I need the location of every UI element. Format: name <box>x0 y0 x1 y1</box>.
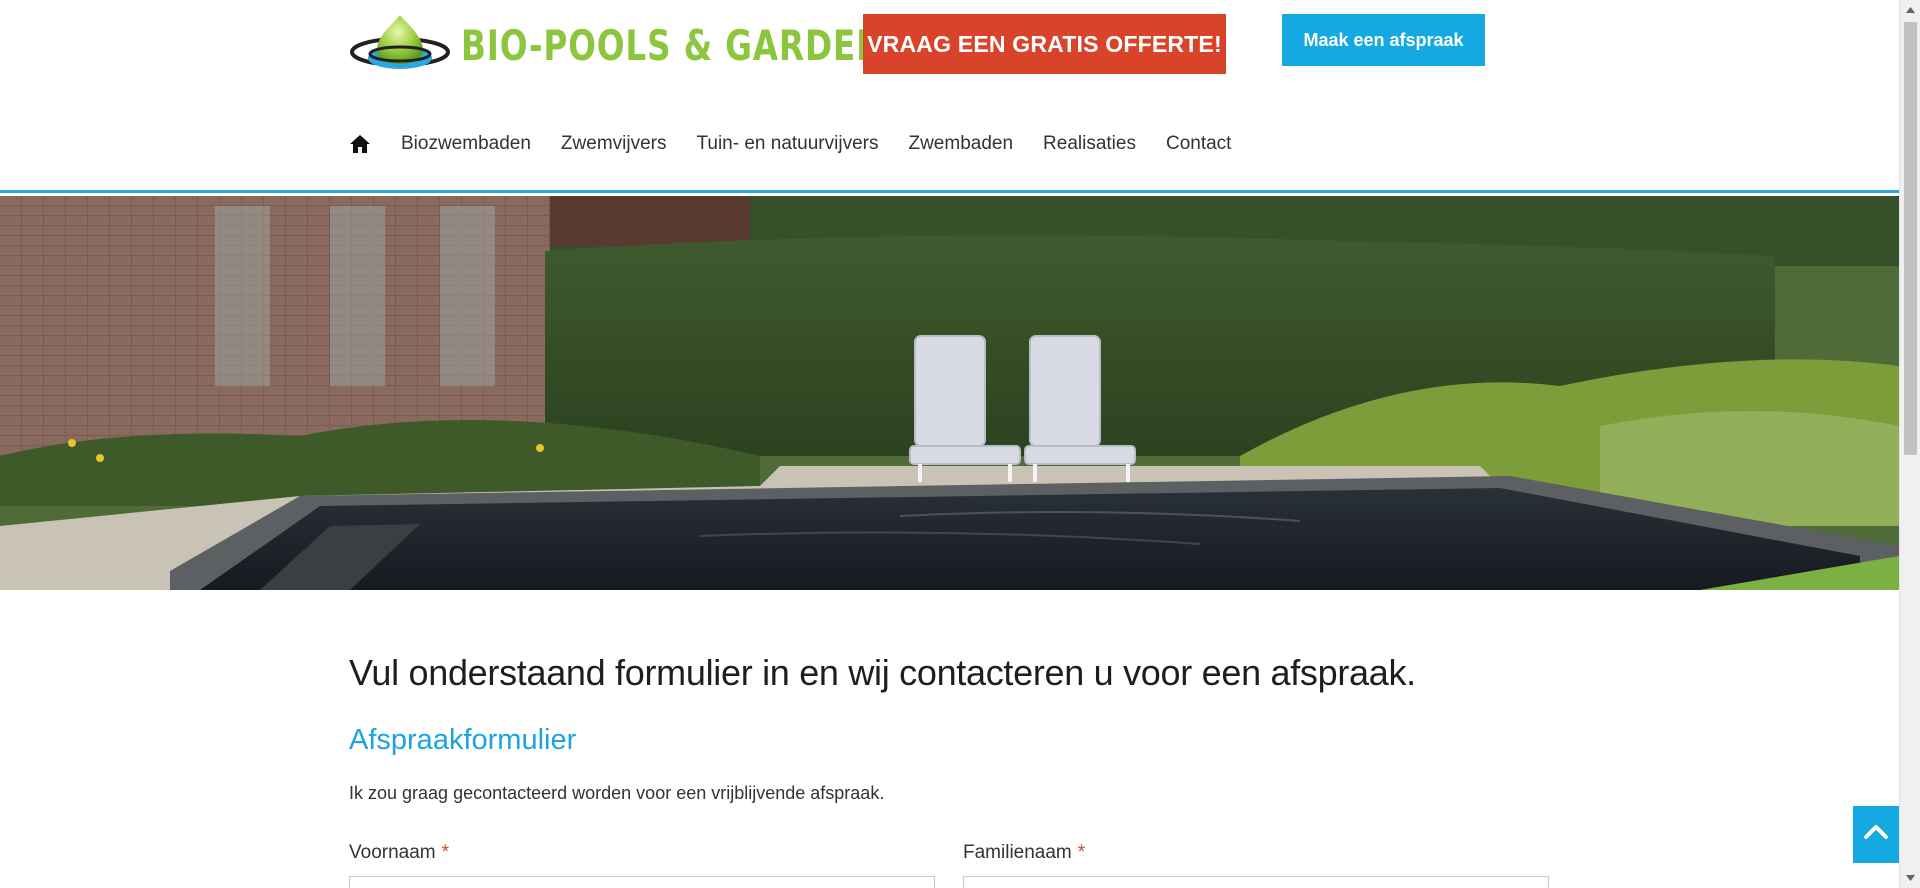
main-nav: Biozwembaden Zwemvijvers Tuin- en natuur… <box>349 126 1261 162</box>
last-name-label: Familienaam * <box>963 842 1085 864</box>
scrollbar-thumb[interactable] <box>1904 22 1917 455</box>
last-name-label-text: Familienaam <box>963 842 1072 863</box>
form-description: Ik zou graag gecontacteerd worden voor e… <box>349 783 885 803</box>
nav-item-realisaties[interactable]: Realisaties <box>1043 133 1136 155</box>
page-intro: Vul onderstaand formulier in en wij cont… <box>349 652 1416 693</box>
chevron-up-icon <box>1863 824 1889 845</box>
required-marker: * <box>441 842 450 863</box>
site-header: BIO-POOLS & GARDENS VRAAG EEN GRATIS OFF… <box>0 0 1899 193</box>
first-name-field[interactable] <box>349 876 935 888</box>
scroll-up-arrow-icon[interactable] <box>1900 0 1920 20</box>
nav-item-biozwembaden[interactable]: Biozwembaden <box>401 133 531 155</box>
home-icon[interactable] <box>349 133 373 155</box>
make-appointment-button[interactable]: Maak een afspraak <box>1282 14 1485 66</box>
nav-item-zwembaden[interactable]: Zwembaden <box>908 133 1013 155</box>
nav-item-zwemvijvers[interactable]: Zwemvijvers <box>561 133 667 155</box>
form-title: Afspraakformulier <box>349 724 577 756</box>
back-to-top-button[interactable] <box>1853 806 1899 863</box>
page-scrollbar[interactable] <box>1899 0 1920 888</box>
water-drop-logo-icon <box>349 12 451 78</box>
free-quote-button[interactable]: VRAAG EEN GRATIS OFFERTE! <box>863 14 1226 74</box>
first-name-label: Voornaam * <box>349 842 449 864</box>
nav-item-tuin-natuurvijvers[interactable]: Tuin- en natuurvijvers <box>696 133 878 155</box>
scroll-down-arrow-icon[interactable] <box>1900 868 1920 888</box>
nav-item-contact[interactable]: Contact <box>1166 133 1231 155</box>
brand-name: BIO-POOLS & GARDENS <box>461 20 909 70</box>
required-marker: * <box>1077 842 1086 863</box>
last-name-field[interactable] <box>963 876 1549 888</box>
first-name-label-text: Voornaam <box>349 842 436 863</box>
hero-image <box>0 196 1899 590</box>
